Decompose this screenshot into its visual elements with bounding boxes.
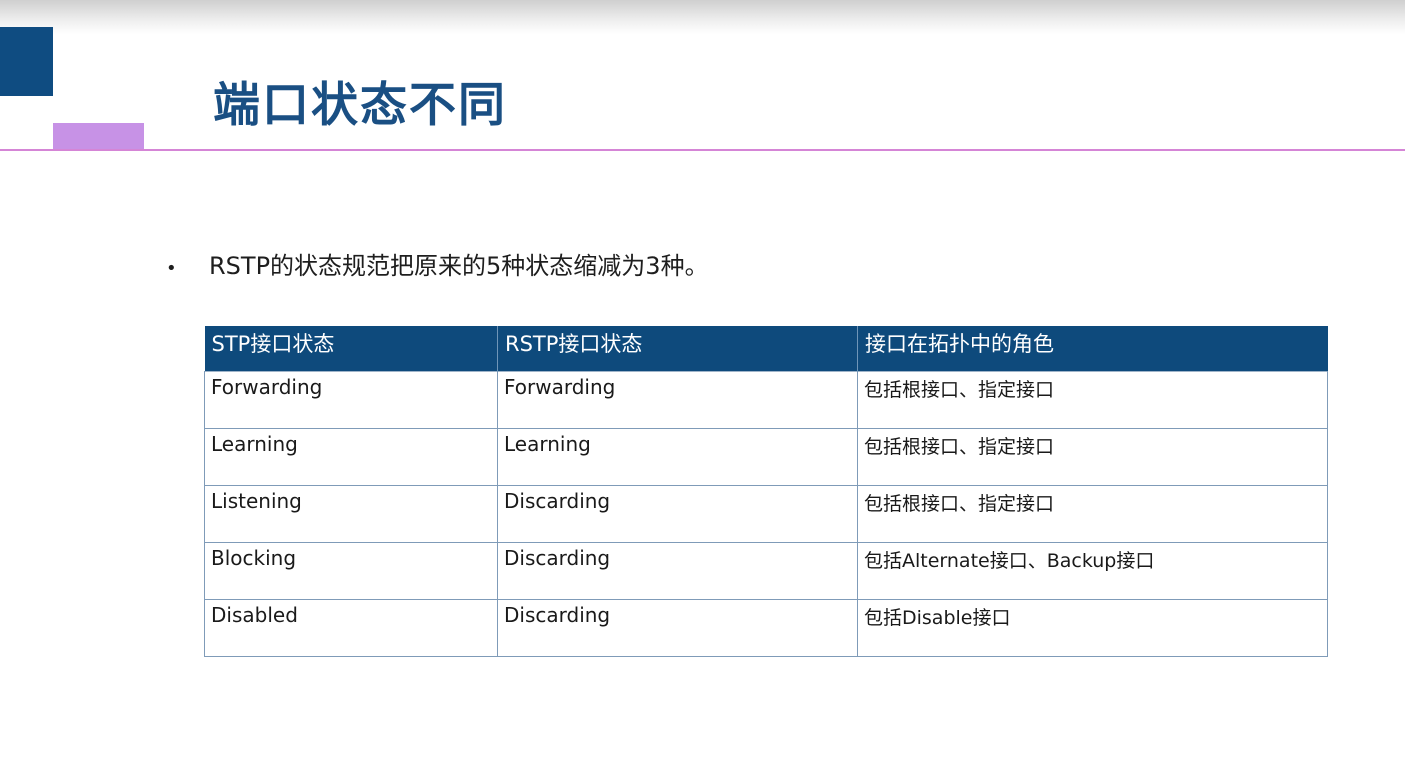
port-role-cell: 包括Disable接口 [857, 598, 1328, 657]
stp-state-cell: Blocking [204, 541, 498, 600]
header-stp-state: STP接口状态 [204, 326, 498, 371]
table-row: Forwarding Forwarding 包括根接口、指定接口 [204, 370, 1328, 429]
table-header-row: STP接口状态 RSTP接口状态 接口在拓扑中的角色 [204, 326, 1328, 371]
stp-state-cell: Learning [204, 427, 498, 486]
header-port-role: 接口在拓扑中的角色 [857, 326, 1328, 371]
table-row: Disabled Discarding 包括Disable接口 [204, 598, 1328, 657]
title-divider [0, 149, 1405, 151]
port-role-cell: 包括根接口、指定接口 [857, 427, 1328, 486]
rstp-state-cell: Discarding [497, 598, 858, 657]
port-role-cell: 包括根接口、指定接口 [857, 370, 1328, 429]
bullet-item: • RSTP的状态规范把原来的5种状态缩减为3种。 [166, 250, 709, 285]
top-shade [0, 0, 1405, 34]
table-row: Learning Learning 包括根接口、指定接口 [204, 427, 1328, 486]
rstp-state-cell: Discarding [497, 541, 858, 600]
table-row: Blocking Discarding 包括Alternate接口、Backup… [204, 541, 1328, 600]
header-rstp-state: RSTP接口状态 [497, 326, 858, 371]
stp-state-cell: Forwarding [204, 370, 498, 429]
rstp-state-cell: Discarding [497, 484, 858, 543]
table-row: Listening Discarding 包括根接口、指定接口 [204, 484, 1328, 543]
decor-purple-block [53, 123, 144, 150]
stp-state-cell: Listening [204, 484, 498, 543]
port-state-table: STP接口状态 RSTP接口状态 接口在拓扑中的角色 Forwarding Fo… [204, 326, 1328, 657]
bullet-marker: • [166, 258, 177, 279]
stp-state-cell: Disabled [204, 598, 498, 657]
port-role-cell: 包括Alternate接口、Backup接口 [857, 541, 1328, 600]
port-role-cell: 包括根接口、指定接口 [857, 484, 1328, 543]
rstp-state-cell: Learning [497, 427, 858, 486]
bullet-text: RSTP的状态规范把原来的5种状态缩减为3种。 [209, 252, 709, 280]
decor-blue-block [0, 27, 53, 96]
rstp-state-cell: Forwarding [497, 370, 858, 429]
slide-title: 端口状态不同 [213, 78, 507, 133]
